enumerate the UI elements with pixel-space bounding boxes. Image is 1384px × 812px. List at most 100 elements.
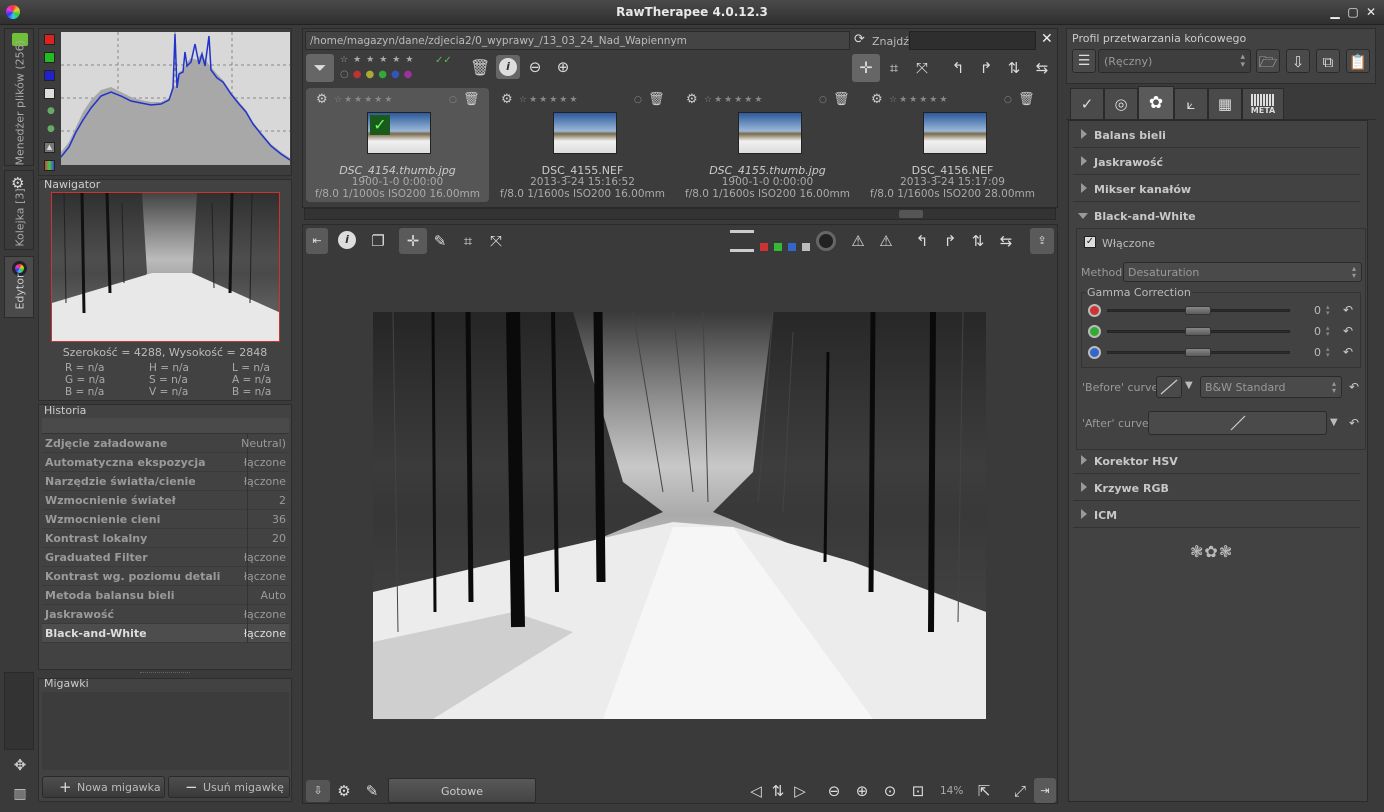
remove-snapshot-button[interactable]: − Usuń migawkę — [168, 776, 290, 798]
bw-enabled-checkbox[interactable]: ✓ — [1084, 236, 1096, 248]
gamma-red-reset-icon[interactable]: ↶ — [1343, 303, 1353, 317]
section-black-and-white[interactable]: Black-and-White — [1073, 203, 1360, 229]
gamma-blue-slider-knob[interactable] — [1185, 348, 1211, 357]
after-curve-button[interactable] — [1148, 411, 1327, 435]
trash-filter-icon[interactable]: 🗑 — [470, 58, 490, 77]
flip-vertical-icon[interactable]: ⇅ — [1002, 56, 1026, 80]
crop-icon[interactable]: ⌗ — [882, 56, 906, 80]
tool-section[interactable]: Mikser kanałów — [1073, 176, 1360, 202]
before-after-icon[interactable]: ❐ — [366, 229, 390, 253]
history-row[interactable]: Graduated Filter łączone — [42, 548, 289, 567]
histogram-up-toggle[interactable]: ▲ — [44, 142, 55, 153]
rank-stars[interactable]: ☆★★★★★ — [519, 95, 579, 105]
minimize-icon[interactable]: ▁ — [1328, 5, 1342, 19]
zoom-in-icon[interactable]: ⊕ — [850, 779, 874, 803]
move-icon[interactable]: ✥ — [8, 756, 32, 778]
before-curve-dropdown-icon[interactable]: ▼ — [1185, 380, 1193, 391]
tab-queue[interactable]: ⚙ Kolejka [3] — [4, 170, 34, 250]
hide-left-panel-button[interactable]: ⇤ — [306, 228, 328, 254]
rank-stars[interactable]: ☆★★★★★ — [334, 95, 394, 105]
close-icon[interactable]: ✕ — [1364, 5, 1378, 19]
history-row[interactable]: Zdjęcie załadowane Neutral) — [42, 434, 289, 453]
spinner-icon[interactable]: ▴ ▾ — [1326, 325, 1330, 338]
history-row[interactable]: Narzędzie światła/cienie łączone — [42, 472, 289, 491]
histogram-bar-icon[interactable]: ● — [47, 124, 55, 134]
history-row[interactable]: Metoda balansu bieli Auto — [42, 586, 289, 605]
filter-button[interactable]: ⏷ — [306, 54, 334, 82]
gamma-red-value[interactable]: 0 — [1314, 304, 1321, 317]
trash-icon[interactable]: 🗑 — [463, 92, 480, 107]
editor-flip-horizontal-icon[interactable]: ⇆ — [994, 229, 1018, 253]
tab-editor[interactable]: Edytor — [4, 256, 34, 318]
rank-stars[interactable]: ☆★★★★★ — [889, 95, 949, 105]
gamma-green-slider-knob[interactable] — [1185, 327, 1211, 336]
straighten-tool-icon[interactable]: ⤧ — [484, 229, 508, 253]
hide-right-panel-button[interactable]: ⇥ — [1034, 778, 1056, 803]
tab-transform[interactable]: ⟀ — [1174, 88, 1208, 120]
gamma-blue-reset-icon[interactable]: ↶ — [1343, 345, 1353, 359]
snapshots-list[interactable] — [42, 692, 289, 770]
info-icon[interactable]: i — [338, 231, 356, 249]
thumbnail-card[interactable]: ⚙ ☆★★★★★ ○ 🗑 DSC_4155.thumb.jpg 1900-1-0… — [676, 88, 859, 202]
after-curve-dropdown-icon[interactable]: ▼ — [1330, 417, 1338, 428]
history-row[interactable]: Kontrast lokalny 20 — [42, 529, 289, 548]
levels-icon[interactable]: ▥ — [8, 786, 32, 806]
trash-icon[interactable]: 🗑 — [833, 92, 850, 107]
rank-filter-stars[interactable]: ☆★★★★★ — [340, 55, 418, 65]
preview-mode-icon[interactable] — [730, 230, 754, 252]
history-row[interactable]: Kontrast wg. poziomu detali łączone — [42, 567, 289, 586]
channel-luma-button[interactable] — [802, 243, 810, 251]
thumbnail-card[interactable]: ⚙ ☆★★★★★ ○ 🗑 DSC_4156.NEF 2013-3-24 15:1… — [861, 88, 1044, 202]
tab-raw[interactable]: ▦ — [1208, 88, 1242, 120]
before-curve-button[interactable] — [1156, 376, 1182, 398]
color-label-icon[interactable]: ○ — [819, 95, 827, 105]
previous-image-icon[interactable]: ◁ — [744, 779, 768, 803]
white-balance-picker-icon[interactable]: ✎ — [428, 229, 452, 253]
export-icon[interactable]: ⇩ — [306, 780, 330, 802]
zoom-fit-icon[interactable]: ⊡ — [906, 779, 930, 803]
bw-method-select[interactable]: Desaturation ▴ ▾ — [1123, 262, 1362, 282]
tool-section[interactable]: Korektor HSV — [1073, 448, 1360, 474]
clear-find-icon[interactable]: ✕ — [1041, 31, 1053, 47]
gamma-green-value[interactable]: 0 — [1314, 325, 1321, 338]
thumbnail-card[interactable]: ⚙ ☆★★★★★ ○ 🗑 DSC_4155.NEF 2013-3-24 15:1… — [491, 88, 674, 202]
channel-blue-button[interactable] — [788, 243, 796, 251]
editor-rotate-left-icon[interactable]: ↰ — [910, 229, 934, 253]
history-row[interactable]: Automatyczna ekspozycja łączone — [42, 453, 289, 472]
trash-icon[interactable]: 🗑 — [1018, 92, 1035, 107]
tool-section[interactable]: Balans bieli — [1073, 122, 1360, 148]
channel-green-button[interactable] — [774, 243, 782, 251]
shadow-clip-warning-icon[interactable]: ⚠ — [846, 229, 870, 253]
focus-mask-icon[interactable] — [816, 231, 836, 251]
histogram-red-toggle[interactable] — [44, 34, 55, 45]
save-profile-icon[interactable]: ⇩ — [1286, 49, 1310, 73]
zoom-out-icon[interactable]: ⊖ — [822, 779, 846, 803]
histogram-rgb-toggle[interactable] — [44, 160, 55, 171]
histogram-luma-toggle[interactable] — [44, 88, 55, 99]
trash-icon[interactable]: 🗑 — [648, 92, 665, 107]
before-curve-select[interactable]: B&W Standard ▴ ▾ — [1200, 376, 1342, 398]
tab-file-manager[interactable]: Menedżer plików (256) — [4, 28, 34, 166]
color-label-icon[interactable]: ○ — [634, 95, 642, 105]
sync-icon[interactable]: ⇅ — [766, 779, 790, 803]
zoom-in-thumbs-icon[interactable]: ⊕ — [551, 55, 575, 79]
editor-flip-vertical-icon[interactable]: ⇅ — [966, 229, 990, 253]
new-window-icon[interactable]: ⇱ — [972, 779, 996, 803]
histogram-green-toggle[interactable] — [44, 52, 55, 63]
profile-list-icon[interactable]: ☰ — [1072, 49, 1096, 73]
spinner-icon[interactable]: ▴ ▾ — [1326, 346, 1330, 359]
zoom-out-thumbs-icon[interactable]: ⊖ — [523, 55, 547, 79]
tool-section[interactable]: Jaskrawość — [1073, 149, 1360, 175]
tab-details[interactable]: ◎ — [1104, 88, 1138, 120]
load-profile-icon[interactable]: 🗁 — [1256, 49, 1280, 73]
external-editor-icon[interactable]: ✎ — [360, 779, 384, 803]
thumbnail-card[interactable]: ⚙ ☆★★★★★ ○ 🗑 ✓ DSC_4154.thumb.jpg 1900-1… — [306, 88, 489, 202]
history-resize-handle[interactable] — [140, 672, 190, 677]
main-preview-image[interactable] — [373, 312, 986, 719]
color-label-icon[interactable]: ○ — [449, 95, 457, 105]
refresh-icon[interactable]: ⟳ — [854, 32, 865, 47]
tab-exposure[interactable]: ✓ — [1070, 88, 1104, 120]
next-image-icon[interactable]: ▷ — [788, 779, 812, 803]
highlight-clip-warning-icon[interactable]: ⚠ — [874, 229, 898, 253]
history-row[interactable]: Wzmocnienie świateł 2 — [42, 491, 289, 510]
